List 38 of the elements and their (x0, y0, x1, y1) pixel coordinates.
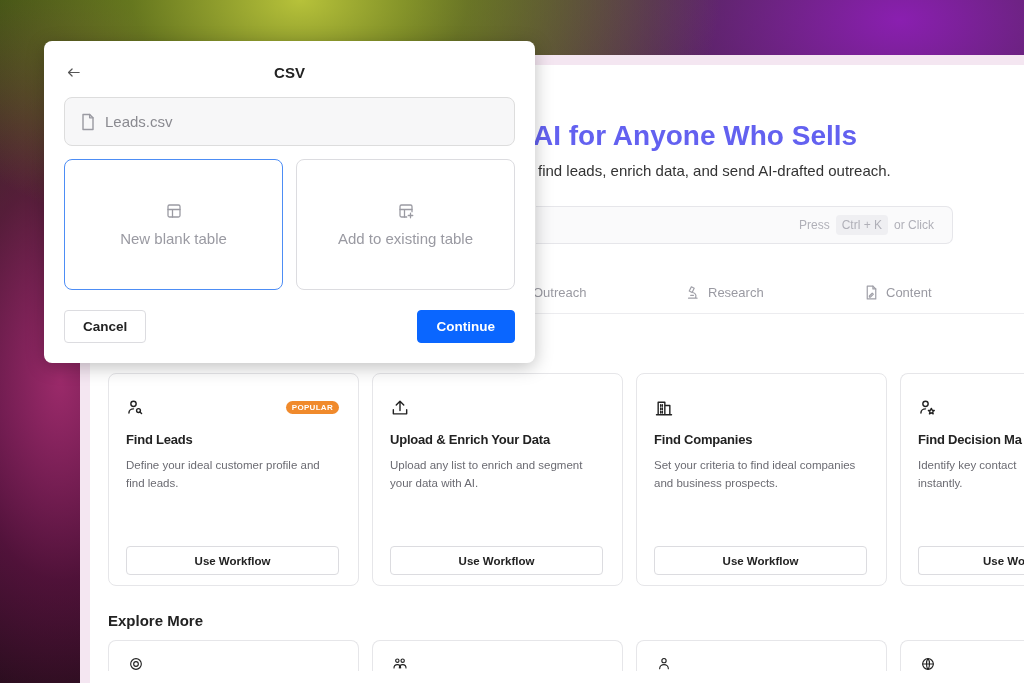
modal-title: CSV (274, 63, 305, 81)
hero-subtitle: find leads, enrich data, and send AI-drafted outreach. (538, 161, 892, 181)
globe-icon (920, 656, 936, 671)
use-workflow-button[interactable]: Use Workflow (654, 546, 867, 575)
search-hint: or Click (894, 218, 934, 232)
people-icon (392, 656, 408, 671)
card-title: Find Leads (126, 432, 193, 447)
use-workflow-button[interactable]: Use Workflow (390, 546, 603, 575)
person-star-icon (918, 398, 938, 418)
use-workflow-button[interactable]: Use Workflow (126, 546, 339, 575)
table-plus-icon (396, 202, 415, 220)
use-workflow-button[interactable]: Use Wo (918, 546, 1024, 575)
explore-card[interactable] (900, 640, 1024, 671)
target-icon (128, 656, 144, 671)
card-title: Find Companies (654, 432, 753, 447)
card-title: Upload & Enrich Your Data (390, 432, 550, 447)
table-icon (164, 202, 183, 220)
search-hint: Press (798, 218, 830, 232)
card-title: Find Decision Ma (918, 432, 1022, 447)
person-icon (656, 656, 672, 671)
file-name: Leads.csv (105, 113, 173, 130)
card-description: Define your ideal customer profile and find leads. (126, 458, 321, 491)
section-heading: Explore More (108, 612, 205, 629)
card-description: Upload any list to enrich and segment your data with AI. (390, 458, 584, 491)
hero-heading: AI for Anyone Who Sells (533, 119, 859, 153)
card-description: Set your criteria to find ideal companies and business prospects. (654, 458, 857, 491)
table-option[interactable]: Add to existing table (296, 159, 515, 290)
table-option[interactable]: New blank table (64, 159, 283, 290)
tab-label[interactable]: Outreach (533, 284, 587, 300)
upload-icon (390, 398, 410, 418)
card-description: Identify key contact instantly. (918, 458, 1017, 491)
popular-badge: POPULAR (285, 401, 339, 414)
continue-button[interactable]: Continue (416, 310, 515, 343)
shortcut-key: Ctrl + K (835, 215, 888, 235)
cancel-button[interactable]: Cancel (64, 310, 147, 343)
building-icon (654, 398, 674, 418)
tab-label[interactable]: Research (708, 284, 764, 300)
tab-label[interactable]: Content (886, 284, 932, 300)
